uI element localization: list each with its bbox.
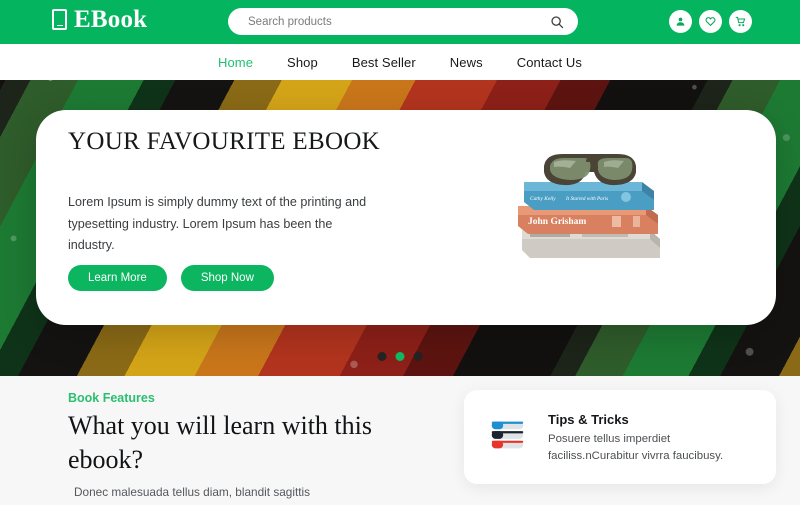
tips-and-tricks-card[interactable]: Tips & Tricks Posuere tellus imperdiet f… xyxy=(464,390,776,484)
logo-text: EBook xyxy=(74,6,148,33)
book-bottom xyxy=(522,230,660,258)
carousel-dot-2[interactable] xyxy=(395,352,405,361)
nav-item-shop[interactable]: Shop xyxy=(287,55,318,70)
book-features-section: Book Features What you will learn with t… xyxy=(0,376,800,505)
nav-item-news[interactable]: News xyxy=(450,55,483,70)
top-actions xyxy=(669,10,752,33)
ebook-landing-page: EBook Search products Home Shop Best Sel… xyxy=(0,0,800,505)
hero-description: Lorem Ipsum is simply dummy text of the … xyxy=(68,195,367,253)
tips-card-title: Tips & Tricks xyxy=(548,412,629,427)
hero-books-image: John Grisham Cathy Kelly It Started with… xyxy=(518,154,660,258)
svg-text:It Started with Paris: It Started with Paris xyxy=(565,196,608,202)
main-navigation: Home Shop Best Seller News Contact Us xyxy=(0,44,800,80)
book-tablet-icon xyxy=(52,9,67,30)
svg-text:Cathy Kelly: Cathy Kelly xyxy=(530,196,556,202)
shopping-cart-icon xyxy=(735,16,746,27)
carousel-dot-1[interactable] xyxy=(377,352,387,361)
nav-item-best-seller[interactable]: Best Seller xyxy=(352,55,416,70)
carousel-dots xyxy=(377,352,423,361)
nav-item-home[interactable]: Home xyxy=(218,55,253,70)
tips-card-text-block: Tips & Tricks Posuere tellus imperdiet f… xyxy=(548,412,723,466)
cart-button[interactable] xyxy=(729,10,752,33)
hero-buttons: Learn More Shop Now xyxy=(68,265,274,291)
hero-title: YOUR FAVOURITE EBOOK xyxy=(68,128,381,155)
learn-more-button[interactable]: Learn More xyxy=(68,265,167,291)
shop-now-button[interactable]: Shop Now xyxy=(180,265,274,291)
search-icon[interactable] xyxy=(550,15,564,29)
account-button[interactable] xyxy=(669,10,692,33)
sunglasses-icon xyxy=(544,154,636,186)
book-middle: John Grisham xyxy=(518,206,658,234)
features-eyebrow: Book Features xyxy=(68,391,155,405)
user-icon xyxy=(676,17,685,26)
site-logo[interactable]: EBook xyxy=(52,7,147,32)
wishlist-button[interactable] xyxy=(699,10,722,33)
features-body: Donec malesuada tellus diam, blandit sag… xyxy=(74,485,311,499)
stacked-books-icon xyxy=(491,421,524,449)
nav-item-contact-us[interactable]: Contact Us xyxy=(517,55,582,70)
book-top: Cathy Kelly It Started with Paris xyxy=(524,182,654,210)
carousel-dot-3[interactable] xyxy=(413,352,423,361)
search-bar[interactable] xyxy=(228,8,578,35)
hero-section: YOUR FAVOURITE EBOOK Lorem Ipsum is simp… xyxy=(0,80,800,376)
tips-card-text: Posuere tellus imperdiet faciliss.nCurab… xyxy=(548,433,724,463)
top-bar: EBook xyxy=(0,0,800,44)
features-title: What you will learn with this ebook? xyxy=(68,411,373,474)
search-input[interactable] xyxy=(248,15,550,28)
hero-card: YOUR FAVOURITE EBOOK Lorem Ipsum is simp… xyxy=(36,110,776,325)
svg-text:John Grisham: John Grisham xyxy=(528,217,586,227)
heart-icon xyxy=(705,17,716,27)
